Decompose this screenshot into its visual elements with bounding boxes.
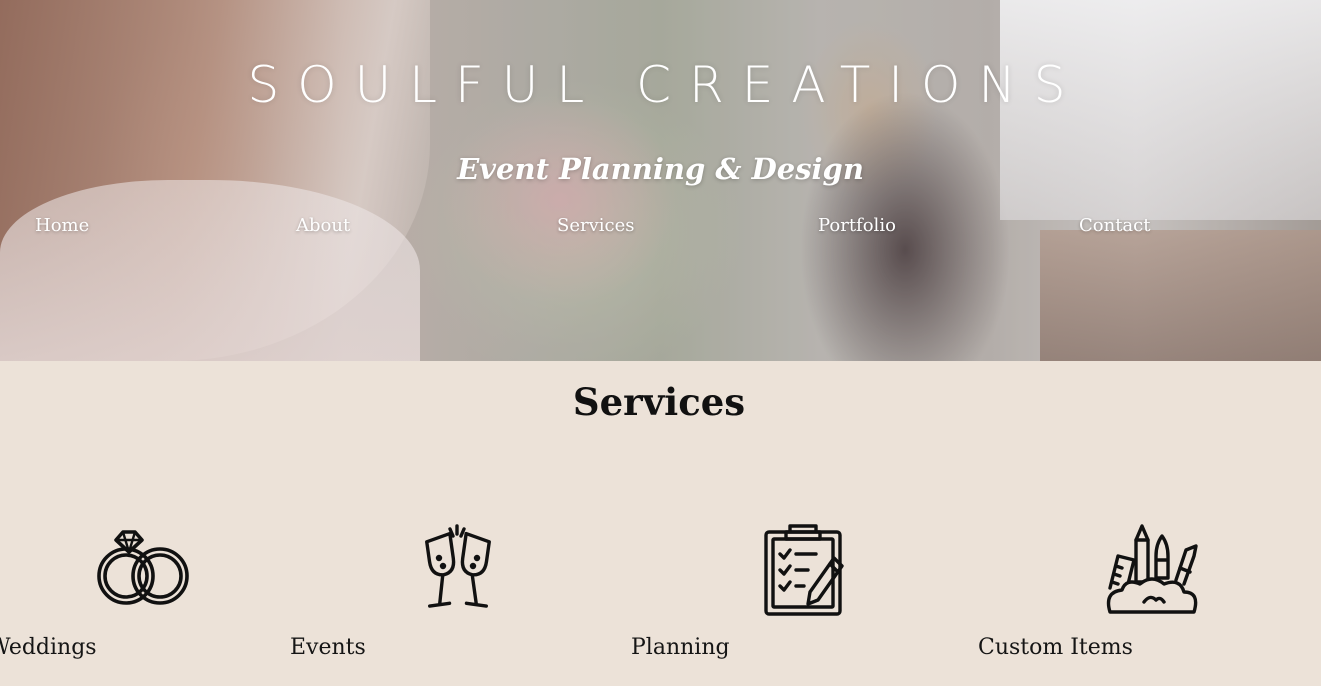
nav-home[interactable]: Home <box>35 215 89 236</box>
champagne-toast-icon <box>417 522 507 616</box>
nav-about[interactable]: About <box>296 215 350 236</box>
nav-portfolio[interactable]: Portfolio <box>818 215 896 236</box>
wedding-rings-icon <box>96 522 190 612</box>
hero-photo-lace <box>0 180 420 361</box>
site-title[interactable]: SOULFUL CREATIONS <box>0 56 1321 114</box>
service-title-weddings: Weddings <box>0 635 97 660</box>
clipboard-checklist-icon <box>762 522 846 616</box>
service-title-events: Events <box>290 635 366 660</box>
site-tagline: Event Planning & Design <box>457 152 864 186</box>
services-heading: Services <box>572 380 746 424</box>
nav-contact[interactable]: Contact <box>1079 215 1150 236</box>
hero-photo-chairs <box>1040 230 1321 361</box>
nav-services[interactable]: Services <box>557 215 634 236</box>
hero-banner: SOULFUL CREATIONS Event Planning & Desig… <box>0 0 1321 361</box>
craft-supplies-icon <box>1104 522 1200 616</box>
service-title-custom-items: Custom Items <box>978 635 1133 660</box>
service-title-planning: Planning <box>631 635 730 660</box>
main-nav: Home About Services Portfolio Contact <box>0 215 1321 241</box>
